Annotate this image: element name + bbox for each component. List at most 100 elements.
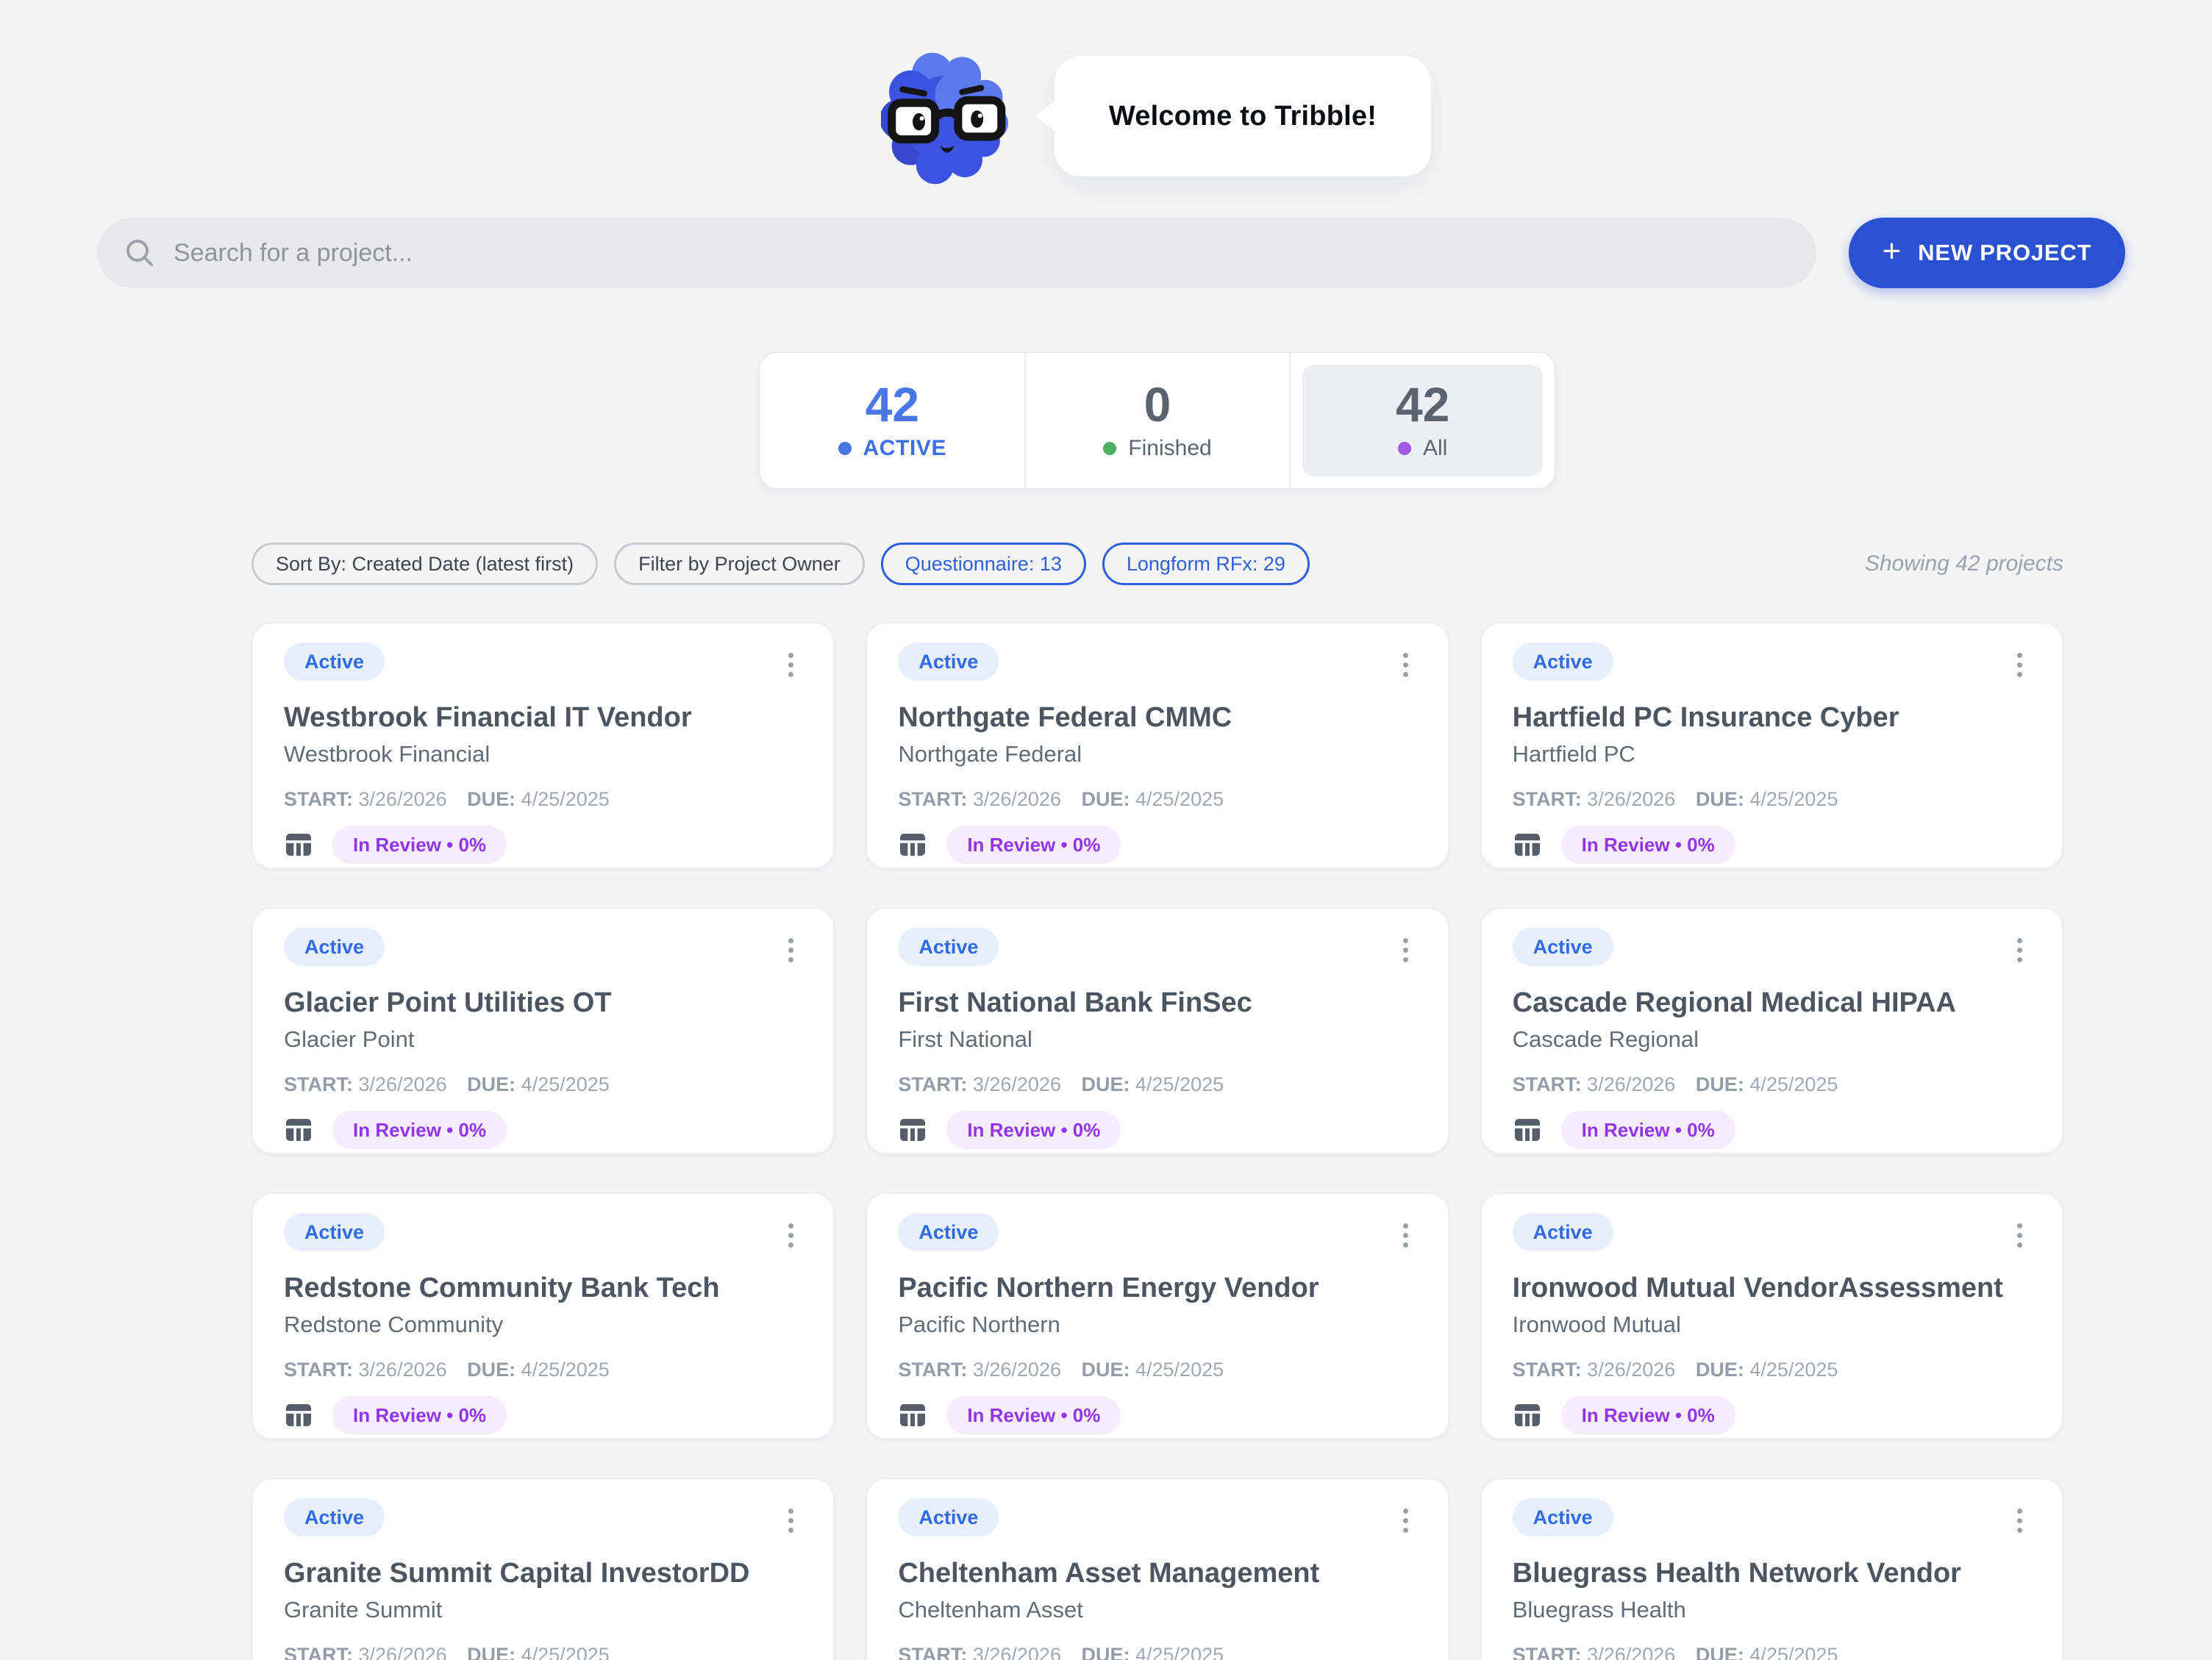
kebab-menu-button[interactable] [779,931,802,970]
project-title: Ironwood Mutual VendorAssessment [1513,1271,2031,1305]
questionnaire-filter-button[interactable]: Questionnaire: 13 [881,543,1086,585]
progress-badge: In Review • 0% [332,1396,507,1434]
project-card[interactable]: Active Hartfield PC Insurance Cyber Hart… [1480,622,2063,869]
start-date: 3/26/2026 [359,1073,447,1095]
card-header: Active [284,928,802,970]
card-header: Active [284,1498,802,1540]
status-badge: Active [284,928,385,966]
hero: Welcome to Tribble! [50,0,2212,187]
project-card[interactable]: Active Northgate Federal CMMC Northgate … [866,622,1449,869]
filter-owner-button[interactable]: Filter by Project Owner [614,543,865,585]
progress-badge: In Review • 0% [946,826,1121,864]
project-title: Granite Summit Capital InvestorDD [284,1556,802,1590]
project-owner: Cheltenham Asset [898,1596,1416,1624]
project-card[interactable]: Active Granite Summit Capital InvestorDD… [251,1478,835,1660]
kebab-menu-button[interactable] [2008,1216,2031,1255]
project-card[interactable]: Active Bluegrass Health Network Vendor B… [1480,1478,2063,1660]
table-icon [898,1115,927,1145]
project-card[interactable]: Active Pacific Northern Energy Vendor Pa… [866,1192,1449,1439]
start-label: START: [898,1073,967,1095]
start-label: START: [1513,788,1582,810]
card-footer: In Review • 0% [284,1111,802,1149]
projects-dashboard: Welcome to Tribble! + NEW PROJECT 42 ACT… [0,0,2212,1660]
longform-rfx-filter-button[interactable]: Longform RFx: 29 [1102,543,1310,585]
start-date: 3/26/2026 [1587,788,1675,810]
project-dates: START: 3/26/2026 DUE: 4/25/2025 [1513,787,2031,811]
start-label: START: [1513,1644,1582,1660]
table-icon [898,1400,927,1430]
new-project-button[interactable]: + NEW PROJECT [1849,218,2125,288]
project-card[interactable]: Active Westbrook Financial IT Vendor Wes… [251,622,835,869]
card-header: Active [898,643,1416,684]
due-date: 4/25/2025 [521,1644,610,1660]
table-icon [1513,1400,1542,1430]
project-owner: Glacier Point [284,1026,802,1053]
project-dates: START: 3/26/2026 DUE: 4/25/2025 [284,1358,802,1381]
kebab-menu-button[interactable] [779,1216,802,1255]
status-badge: Active [1513,1213,1613,1251]
project-card[interactable]: Active Cascade Regional Medical HIPAA Ca… [1480,907,2063,1154]
project-title: Redstone Community Bank Tech [284,1271,802,1305]
start-date: 3/26/2026 [973,1073,1061,1095]
kebab-menu-button[interactable] [2008,1501,2031,1540]
due-label: DUE: [1081,1644,1130,1660]
kebab-menu-button[interactable] [1394,1501,1417,1540]
status-badge: Active [898,1213,999,1251]
kebab-menu-button[interactable] [1394,931,1417,970]
project-dates: START: 3/26/2026 DUE: 4/25/2025 [284,787,802,811]
table-icon [284,830,313,859]
kebab-menu-button[interactable] [779,1501,802,1540]
search-bar[interactable] [97,218,1816,288]
progress-badge: In Review • 0% [1561,826,1735,864]
due-label: DUE: [1081,1359,1130,1381]
start-date: 3/26/2026 [973,1359,1061,1381]
projects-grid: Active Westbrook Financial IT Vendor Wes… [251,622,2063,1660]
green-dot-icon [1103,442,1116,455]
due-label: DUE: [467,1644,515,1660]
project-owner: Pacific Northern [898,1311,1416,1339]
project-card[interactable]: Active Ironwood Mutual VendorAssessment … [1480,1192,2063,1439]
project-title: Hartfield PC Insurance Cyber [1513,701,2031,734]
status-badge: Active [898,928,999,966]
stat-all-tab[interactable]: 42 All [1289,353,1555,488]
start-date: 3/26/2026 [1587,1073,1675,1095]
progress-badge: In Review • 0% [1561,1396,1735,1434]
card-footer: In Review • 0% [284,1396,802,1434]
stat-finished-tab[interactable]: 0 Finished [1024,353,1290,488]
active-label: ACTIVE [838,436,947,461]
start-label: START: [1513,1359,1582,1381]
search-input[interactable] [174,239,1790,268]
stat-active-tab[interactable]: 42 ACTIVE [760,353,1024,488]
start-date: 3/26/2026 [1587,1359,1675,1381]
due-date: 4/25/2025 [521,1073,610,1095]
project-card[interactable]: Active Glacier Point Utilities OT Glacie… [251,907,835,1154]
start-date: 3/26/2026 [359,1359,447,1381]
due-date: 4/25/2025 [521,788,610,810]
project-dates: START: 3/26/2026 DUE: 4/25/2025 [898,1073,1416,1096]
due-label: DUE: [1081,1073,1130,1095]
finished-label: Finished [1103,436,1211,461]
due-date: 4/25/2025 [1749,1644,1838,1660]
status-badge: Active [284,643,385,681]
project-card[interactable]: Active Redstone Community Bank Tech Reds… [251,1192,835,1439]
kebab-menu-button[interactable] [2008,645,2031,684]
search-icon [124,237,156,269]
due-date: 4/25/2025 [1135,1359,1224,1381]
main-content: 42 ACTIVE 0 Finished 42 All [0,351,2212,1660]
due-date: 4/25/2025 [1749,788,1838,810]
sort-by-button[interactable]: Sort By: Created Date (latest first) [251,543,598,585]
kebab-menu-button[interactable] [1394,1216,1417,1255]
project-card[interactable]: Active First National Bank FinSec First … [866,907,1449,1154]
tribble-mascot-logo [881,51,1016,187]
kebab-menu-button[interactable] [779,645,802,684]
project-owner: Ironwood Mutual [1513,1311,2031,1339]
project-owner: Hartfield PC [1513,740,2031,768]
filter-row: Sort By: Created Date (latest first) Fil… [251,543,2063,585]
kebab-menu-button[interactable] [1394,645,1417,684]
status-badge: Active [284,1213,385,1251]
start-date: 3/26/2026 [359,788,447,810]
project-dates: START: 3/26/2026 DUE: 4/25/2025 [284,1643,802,1660]
project-card[interactable]: Active Cheltenham Asset Management Chelt… [866,1478,1449,1660]
kebab-menu-button[interactable] [2008,931,2031,970]
plus-icon: + [1883,235,1902,268]
